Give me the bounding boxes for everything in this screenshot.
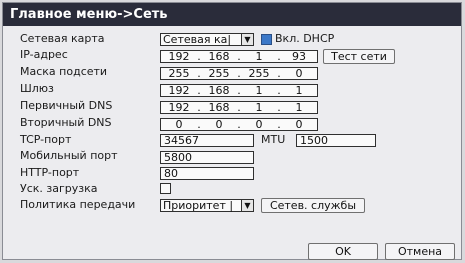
network-card-value: Сетевая ка| [163, 33, 232, 46]
label-network-card: Сетевая карта [20, 32, 105, 45]
label-dns2: Вторичный DNS [20, 116, 112, 129]
gateway-field[interactable]: 192. 168. 1. 1 [160, 84, 318, 97]
label-tcp-port: TCP-порт [20, 133, 72, 146]
ip-octet-2: 168 [208, 50, 230, 63]
network-card-select[interactable]: Сетевая ка| ▼ [160, 33, 254, 46]
dns1-octet-2: 168 [208, 101, 230, 114]
label-fast-download: Уск. загрузка [20, 182, 98, 195]
ok-button[interactable]: OK [308, 243, 378, 260]
ip-octet-3: 1 [255, 50, 263, 63]
dns1-octet-4: 1 [295, 101, 303, 114]
dhcp-label: Вкл. DHCP [275, 32, 335, 45]
gateway-octet-2: 168 [208, 84, 230, 97]
secondary-dns-field[interactable]: 0. 0. 0. 0 [160, 118, 318, 131]
gateway-octet-4: 1 [295, 84, 303, 97]
mtu-field[interactable]: 1500 [296, 134, 376, 147]
mask-octet-1: 255 [168, 67, 190, 80]
mask-octet-3: 255 [248, 67, 270, 80]
subnet-mask-field[interactable]: 255. 255. 255. 0 [160, 67, 318, 80]
dns2-octet-2: 0 [215, 118, 223, 131]
dialog-title: Главное меню->Сеть [3, 3, 461, 26]
label-policy: Политика передачи [20, 198, 136, 211]
dns2-octet-1: 0 [175, 118, 183, 131]
dns2-octet-3: 0 [255, 118, 263, 131]
label-dns1: Первичный DNS [20, 99, 113, 112]
mobile-port-field[interactable]: 5800 [160, 151, 254, 164]
label-http-port: HTTP-порт [20, 166, 80, 179]
tcp-port-field[interactable]: 34567 [160, 134, 254, 147]
dhcp-checkbox[interactable] [261, 34, 272, 45]
cancel-button[interactable]: Отмена [385, 243, 455, 260]
label-mobile-port: Мобильный порт [20, 149, 118, 162]
ip-octet-4: 93 [292, 50, 306, 63]
mask-octet-2: 255 [208, 67, 230, 80]
label-ip: IP-адрес [20, 48, 68, 61]
network-dialog: Главное меню->Сеть Сетевая карта IP-адре… [2, 2, 462, 260]
gateway-octet-3: 1 [255, 84, 263, 97]
mask-octet-4: 0 [295, 67, 303, 80]
dns1-octet-1: 192 [168, 101, 190, 114]
primary-dns-field[interactable]: 192. 168. 1. 1 [160, 101, 318, 114]
dns2-octet-4: 0 [295, 118, 303, 131]
chevron-down-icon: ▼ [241, 200, 253, 211]
transfer-policy-select[interactable]: Приоритет | ▼ [160, 199, 254, 212]
ip-octet-1: 192 [168, 50, 190, 63]
gateway-octet-1: 192 [168, 84, 190, 97]
chevron-down-icon: ▼ [241, 34, 253, 45]
network-services-button[interactable]: Сетев. службы [261, 198, 365, 213]
test-network-button[interactable]: Тест сети [323, 49, 395, 64]
fast-download-checkbox[interactable] [160, 183, 171, 194]
ip-address-field[interactable]: 192. 168. 1. 93 [160, 50, 318, 63]
dns1-octet-3: 1 [255, 101, 263, 114]
mtu-label: MTU [261, 133, 286, 146]
label-mask: Маска подсети [20, 65, 108, 78]
label-gateway: Шлюз [20, 82, 54, 95]
http-port-field[interactable]: 80 [160, 167, 254, 180]
policy-value: Приоритет | [163, 199, 234, 212]
